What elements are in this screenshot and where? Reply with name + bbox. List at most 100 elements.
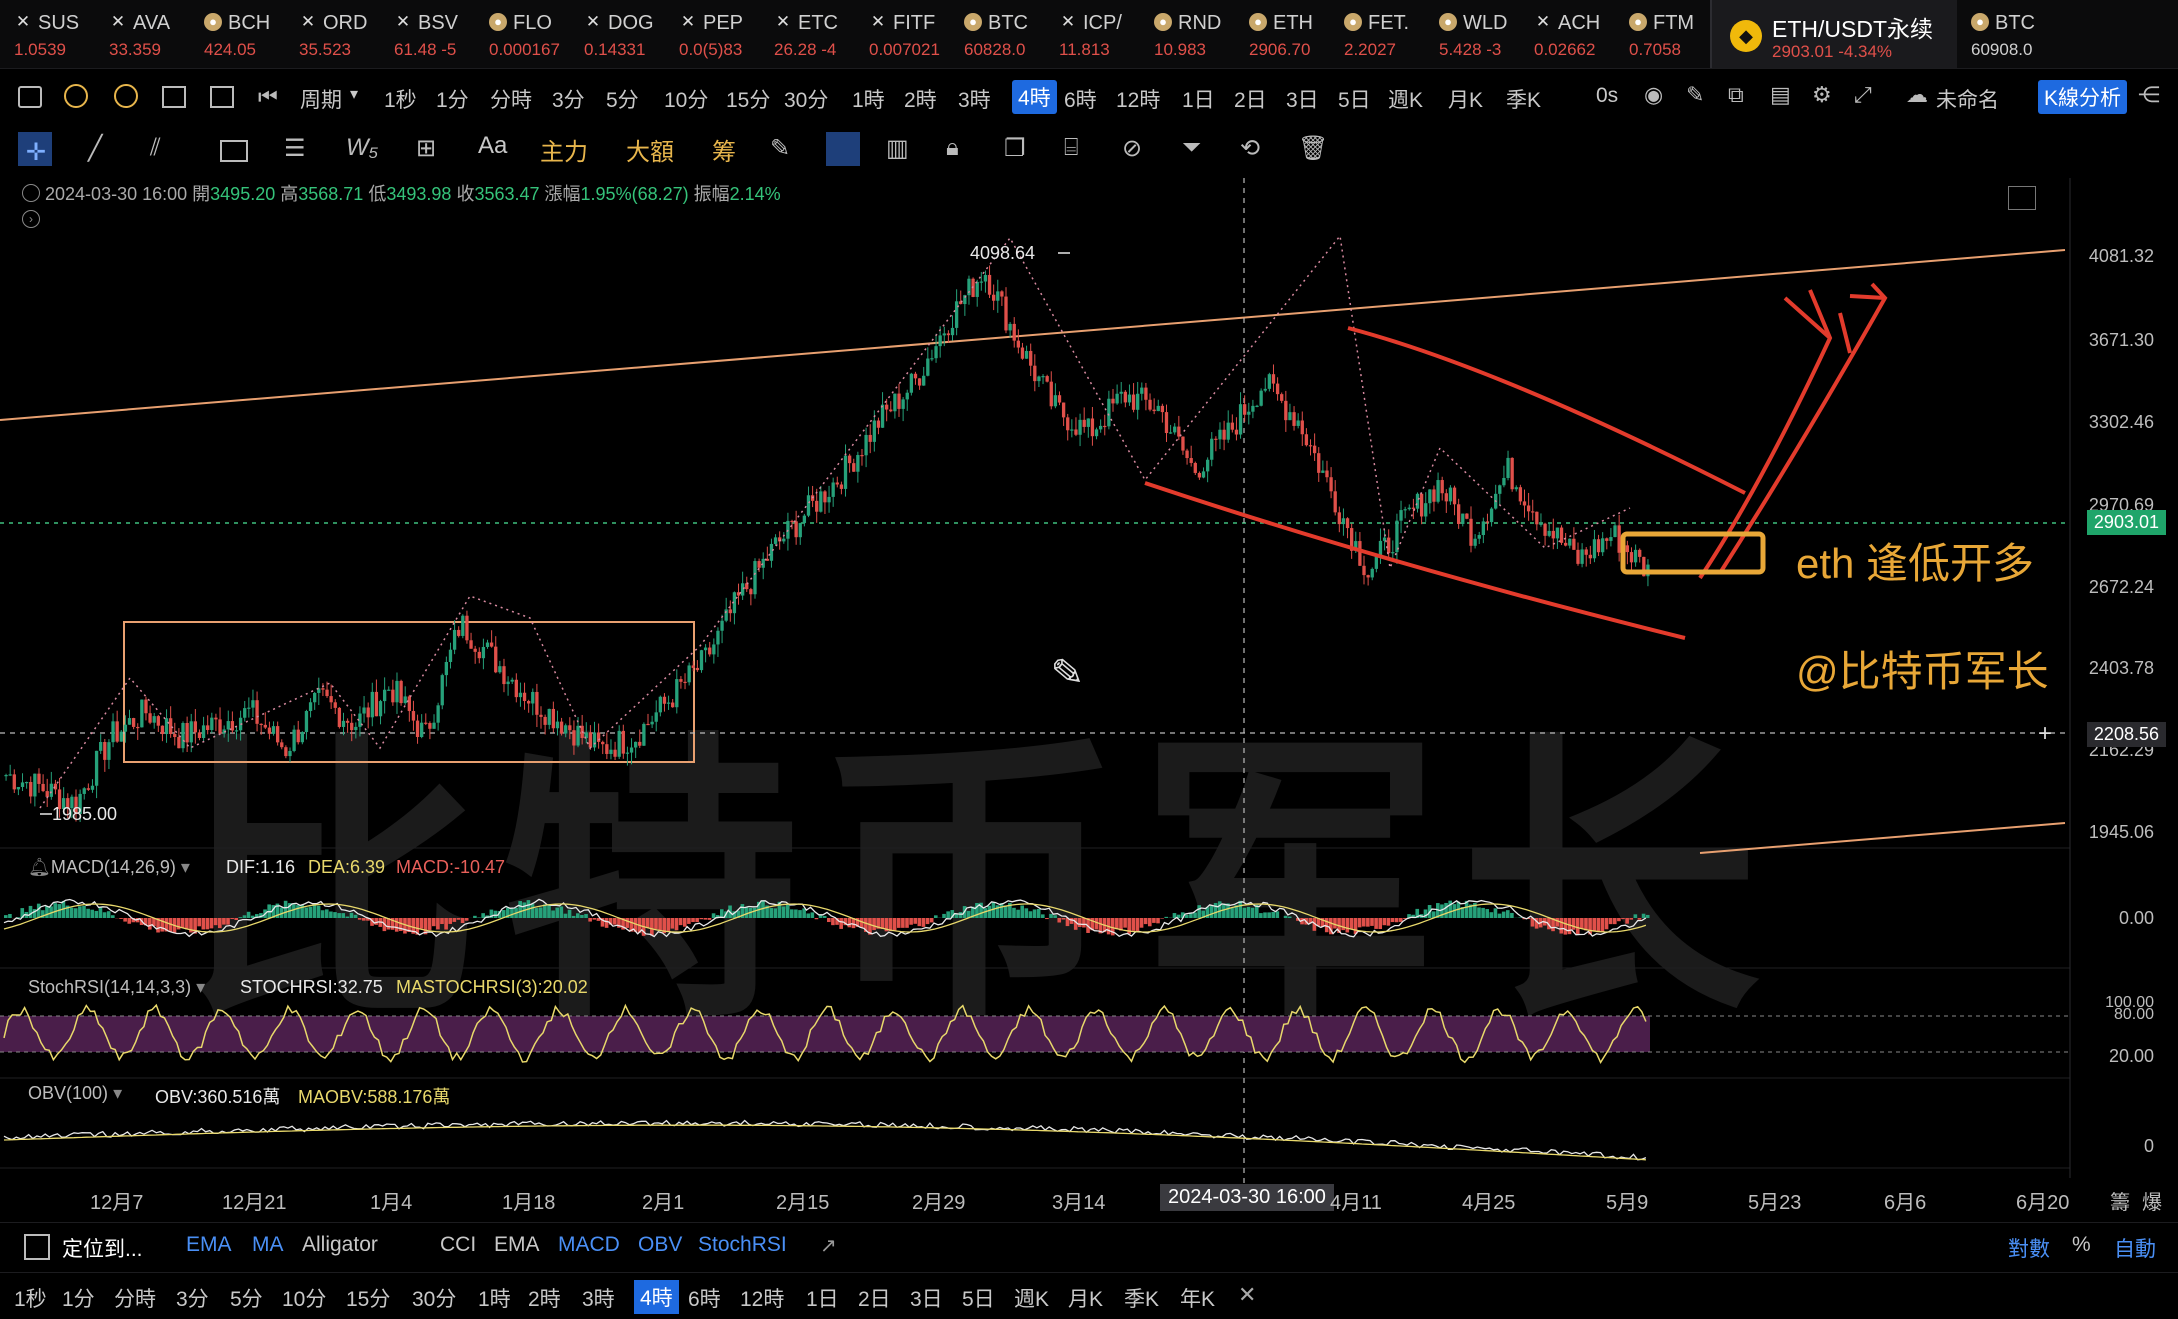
chevron-down-icon[interactable]: ▾: [113, 1083, 122, 1103]
bottom-interval-4[interactable]: 5分: [230, 1283, 263, 1313]
bottom-interval-18[interactable]: 週K: [1014, 1283, 1049, 1313]
chips-tool[interactable]: 筹: [712, 132, 736, 167]
rectangle-icon[interactable]: [220, 140, 248, 162]
line-icon[interactable]: ╱: [88, 134, 102, 163]
ticker-item[interactable]: ●FTM0.7058: [1615, 0, 1710, 68]
lightning-icon[interactable]: [114, 84, 138, 108]
measure-icon[interactable]: ⊞: [416, 134, 436, 163]
bottom-interval-3[interactable]: 3分: [176, 1283, 209, 1313]
bottom-interval-10[interactable]: 3時: [582, 1283, 615, 1313]
ticker-item[interactable]: ✕ACH0.02662: [1520, 0, 1615, 68]
indicator-alligator[interactable]: Alligator: [302, 1233, 378, 1257]
bottom-interval-2[interactable]: 分時: [114, 1283, 156, 1313]
interval-10[interactable]: 3時: [958, 84, 991, 114]
indicator-macd[interactable]: MACD: [558, 1233, 620, 1257]
interval-8[interactable]: 1時: [852, 84, 885, 114]
magnet-icon[interactable]: ⊘: [1122, 134, 1142, 163]
ticker-item[interactable]: ✕ETC26.28 -4: [760, 0, 855, 68]
main-force-tool[interactable]: 主力: [540, 132, 588, 167]
auto-scale-toggle[interactable]: 自動: [2114, 1233, 2156, 1263]
bottom-interval-11[interactable]: 4時: [634, 1280, 679, 1314]
settings-icon[interactable]: ⚙: [1812, 82, 1832, 108]
ticker-item[interactable]: ✕ICP/11.813: [1045, 0, 1140, 68]
lock-icon[interactable]: 🔒︎: [946, 134, 959, 162]
coin-icon[interactable]: [64, 84, 88, 108]
ticker-item[interactable]: ✕PEP0.0(5)83: [665, 0, 760, 68]
countdown-label[interactable]: 0s: [1596, 84, 1618, 108]
calendar-icon[interactable]: [162, 86, 186, 108]
parallel-channel-icon[interactable]: ⫽: [150, 134, 161, 162]
sync-icon[interactable]: ⟲: [1240, 134, 1260, 163]
bottom-interval-15[interactable]: 2日: [858, 1283, 891, 1313]
camera-icon[interactable]: ◉: [1644, 82, 1663, 108]
template-icon[interactable]: ⌸: [1064, 134, 1078, 162]
interval-16[interactable]: 3日: [1286, 84, 1319, 114]
bottom-interval-7[interactable]: 30分: [412, 1283, 456, 1313]
bars-icon[interactable]: ▥: [886, 134, 909, 163]
ticker-item[interactable]: ●BTC60828.0: [950, 0, 1045, 68]
interval-20[interactable]: 季K: [1506, 84, 1541, 114]
bottom-interval-0[interactable]: 1秒: [14, 1283, 47, 1313]
chart-type-icon[interactable]: [18, 86, 42, 108]
bottom-interval-16[interactable]: 3日: [910, 1283, 943, 1313]
bottom-interval-13[interactable]: 12時: [740, 1283, 784, 1313]
interval-2[interactable]: 分時: [490, 84, 532, 114]
layout-icon[interactable]: [210, 86, 234, 108]
indicator-cci[interactable]: CCI: [440, 1233, 476, 1257]
ticker-item[interactable]: ●ETH2906.70: [1235, 0, 1330, 68]
interval-17[interactable]: 5日: [1338, 84, 1371, 114]
copy-icon[interactable]: ❐: [1004, 134, 1026, 163]
bottom-interval-17[interactable]: 5日: [962, 1283, 995, 1313]
log-scale-toggle[interactable]: 對數: [2008, 1233, 2050, 1263]
cloud-icon[interactable]: ☁: [1906, 82, 1928, 108]
chevron-down-icon[interactable]: ▾: [181, 857, 190, 877]
period-dropdown[interactable]: 周期: [300, 84, 342, 114]
interval-7[interactable]: 30分: [784, 84, 828, 114]
bottom-interval-14[interactable]: 1日: [806, 1283, 839, 1313]
window-icon[interactable]: ⧉: [1728, 82, 1744, 108]
interval-0[interactable]: 1秒: [384, 84, 417, 114]
percent-scale-toggle[interactable]: %: [2072, 1233, 2091, 1257]
ticker-item[interactable]: ✕ORD35.523: [285, 0, 380, 68]
chevron-down-icon[interactable]: ▾: [350, 84, 358, 104]
stochrsi-label[interactable]: StochRSI(14,14,3,3) ▾: [28, 977, 205, 998]
ticker-item[interactable]: ✕SUS1.0539: [0, 0, 95, 68]
indicator-ema-sub[interactable]: EMA: [494, 1233, 540, 1257]
indicator-ema[interactable]: EMA: [186, 1233, 232, 1257]
save-icon[interactable]: ▤: [1770, 82, 1791, 108]
interval-12[interactable]: 6時: [1064, 84, 1097, 114]
ticker-item[interactable]: ●RND10.983: [1140, 0, 1235, 68]
indicator-obv[interactable]: OBV: [638, 1233, 682, 1257]
ticker-item[interactable]: ●FLO0.000167: [475, 0, 570, 68]
interval-6[interactable]: 15分: [726, 84, 770, 114]
bottom-interval-20[interactable]: 季K: [1124, 1283, 1159, 1313]
calendar-icon[interactable]: [24, 1234, 50, 1260]
bottom-interval-1[interactable]: 1分: [62, 1283, 95, 1313]
wave-icon[interactable]: W₅: [346, 134, 378, 162]
chevron-down-icon[interactable]: ▾: [196, 977, 205, 997]
close-icon[interactable]: ✕: [1238, 1282, 1256, 1308]
layout-name-dropdown[interactable]: 未命名: [1936, 84, 1999, 114]
indicator-ma[interactable]: MA: [252, 1233, 284, 1257]
ticker-item[interactable]: ✕DOG0.14331: [570, 0, 665, 68]
bottom-interval-21[interactable]: 年K: [1180, 1283, 1215, 1313]
share-icon[interactable]: ⋲: [2138, 82, 2160, 108]
ticker-item[interactable]: ✕FITF0.007021: [855, 0, 950, 68]
bottom-interval-19[interactable]: 月K: [1068, 1283, 1103, 1313]
liquidation-toggle[interactable]: 爆: [2142, 1186, 2162, 1215]
fib-icon[interactable]: ☰: [284, 134, 306, 163]
brush-icon[interactable]: ✎: [1686, 82, 1704, 108]
edit-icon[interactable]: ↗: [820, 1233, 837, 1258]
macd-label[interactable]: 🔔︎MACD(14,26,9) ▾: [28, 857, 190, 878]
rewind-icon[interactable]: ⏮: [258, 84, 278, 110]
ticker-item[interactable]: ✕BSV61.48 -5: [380, 0, 475, 68]
interval-13[interactable]: 12時: [1116, 84, 1160, 114]
obv-label[interactable]: OBV(100) ▾: [28, 1083, 122, 1104]
interval-1[interactable]: 1分: [436, 84, 469, 114]
ticker-item[interactable]: ✕AVA33.359: [95, 0, 190, 68]
active-ticker[interactable]: ◆ETH/USDT永续2903.01 -4.34%: [1710, 0, 1957, 68]
interval-3[interactable]: 3分: [552, 84, 585, 114]
ticker-item[interactable]: ●FET.2.2027: [1330, 0, 1425, 68]
fullscreen-toggle-icon[interactable]: ⤢: [1854, 82, 1872, 108]
indicator-stochrsi[interactable]: StochRSI: [698, 1233, 787, 1257]
